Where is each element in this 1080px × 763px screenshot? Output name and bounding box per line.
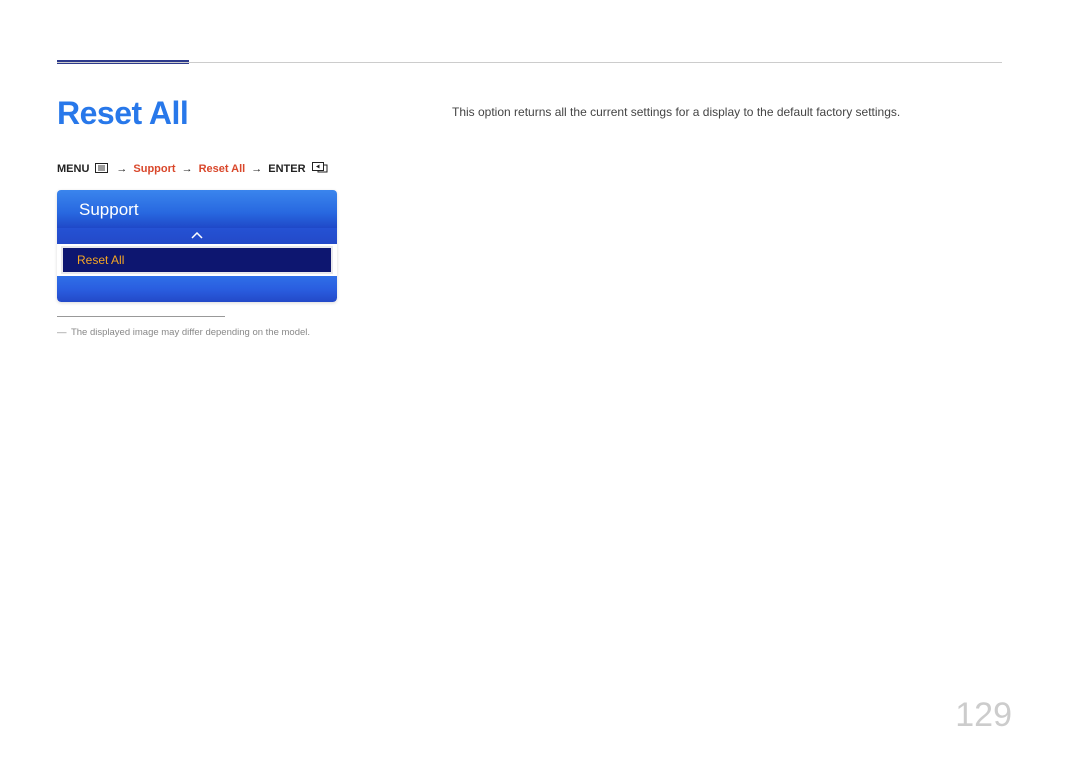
enter-icon: [312, 162, 328, 176]
page-title: Reset All: [57, 95, 452, 132]
page-container: Reset All MENU → Support → Reset All → E…: [0, 0, 1080, 338]
right-column: This option returns all the current sett…: [452, 95, 1012, 338]
osd-header: Support: [57, 190, 337, 228]
chevron-up-icon: [191, 231, 203, 242]
breadcrumb: MENU → Support → Reset All → ENTER: [57, 162, 452, 176]
osd-item-reset-all[interactable]: Reset All: [61, 246, 333, 274]
osd-up-row[interactable]: [57, 228, 337, 244]
osd-bottom-spacer: [57, 276, 337, 302]
content-row: Reset All MENU → Support → Reset All → E…: [57, 95, 1012, 338]
breadcrumb-arrow-2: →: [182, 163, 193, 175]
left-column: Reset All MENU → Support → Reset All → E…: [57, 95, 452, 338]
page-number: 129: [955, 696, 1012, 735]
description-text: This option returns all the current sett…: [452, 105, 1012, 119]
footnote-dash: ―: [57, 327, 67, 338]
breadcrumb-enter-label: ENTER: [268, 163, 305, 175]
breadcrumb-support: Support: [133, 163, 175, 175]
osd-panel: Support Reset All: [57, 190, 337, 302]
breadcrumb-arrow-1: →: [116, 163, 127, 175]
footnote: ― The displayed image may differ dependi…: [57, 327, 452, 338]
top-rule: [57, 62, 1002, 63]
footnote-text: The displayed image may differ depending…: [71, 327, 310, 338]
breadcrumb-menu-label: MENU: [57, 163, 89, 175]
breadcrumb-reset-all: Reset All: [199, 163, 246, 175]
menu-icon: [95, 163, 108, 176]
footnote-rule: [57, 316, 225, 317]
breadcrumb-arrow-3: →: [251, 163, 262, 175]
